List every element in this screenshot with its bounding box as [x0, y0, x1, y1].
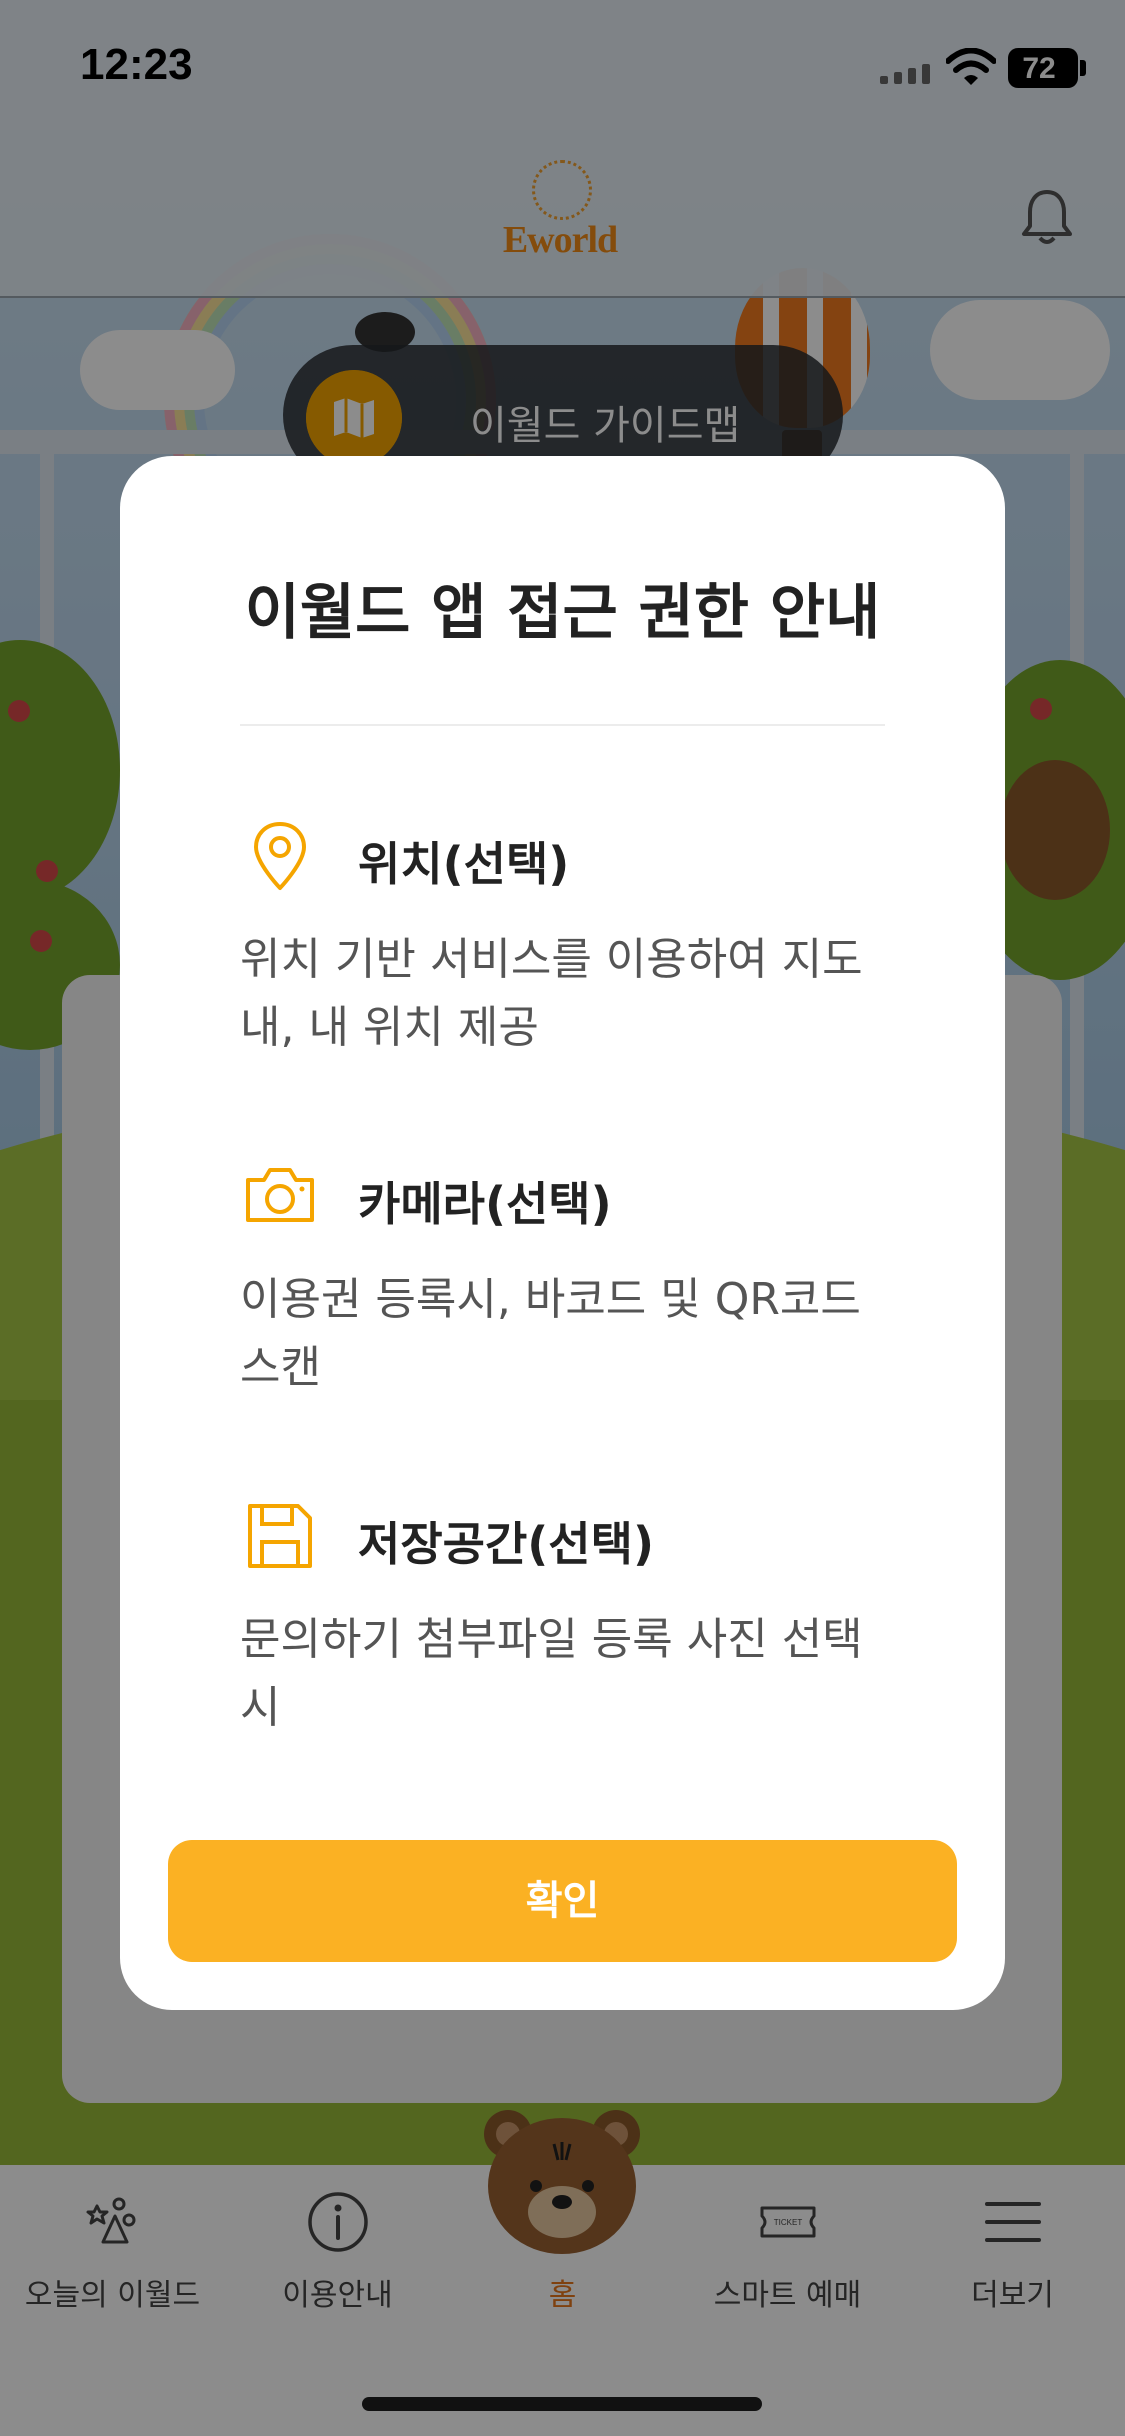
permission-description: 위치 기반 서비스를 이용하여 지도 내, 내 위치 제공	[240, 934, 863, 1053]
permission-title: 저장공간(선택)	[358, 1517, 654, 1571]
dialog-divider	[240, 724, 885, 726]
permission-title: 카메라(선택)	[358, 1177, 612, 1231]
floppy-disk-icon	[248, 1504, 312, 1568]
camera-icon	[246, 1168, 314, 1222]
permission-description: 이용권 등록시, 바코드 및 QR코드 스캔	[240, 1274, 861, 1393]
confirm-button[interactable]: 확인	[168, 1840, 957, 1962]
permission-dialog: 이월드 앱 접근 권한 안내 위치(선택) 위치 기반 서비스를 이용하여 지도…	[120, 456, 1005, 2010]
home-indicator[interactable]	[362, 2397, 762, 2411]
dialog-title: 이월드 앱 접근 권한 안내	[244, 578, 881, 648]
location-pin-icon	[254, 822, 306, 890]
permission-description: 문의하기 첨부파일 등록 사진 선택 시	[240, 1614, 863, 1733]
permission-title: 위치(선택)	[358, 837, 570, 891]
